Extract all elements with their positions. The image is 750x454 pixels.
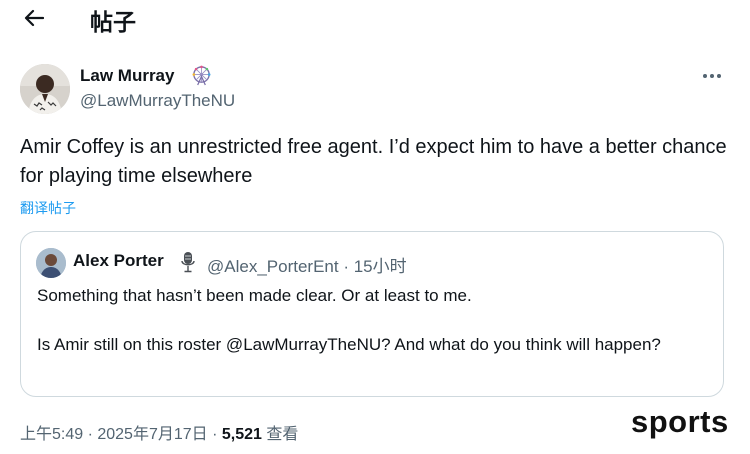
more-dots-icon [703,74,721,78]
view-count: 5,521 [221,426,262,443]
author-name[interactable]: Law Murray [80,66,174,86]
tweet-text: Amir Coffey is an unrestricted free agen… [20,136,727,187]
tweet-meta: 上午5:49 · 2025年7月17日 · 5,521 查看 [20,420,298,444]
ferris-wheel-icon [192,65,211,86]
page-title: 帖子 [90,9,136,35]
tweet-detail-page: 帖子 Law Murray @LawMurrayTheNU Amir Coffe… [0,0,750,454]
quote-text-line-2: Is Amir still on this roster @LawMurrayT… [37,335,661,354]
quote-handle-time: @Alex_PorterEnt · 15小时 [207,257,407,276]
page-header: 帖子 [0,0,750,40]
quote-avatar-image [36,248,66,278]
microphone-icon [181,252,195,273]
sports-watermark: sports [631,404,729,439]
view-label: 查看 [261,426,299,443]
author-handle[interactable]: @LawMurrayTheNU [80,91,235,111]
more-options-button[interactable] [696,66,728,86]
back-button[interactable] [18,4,50,32]
quote-text-line-1: Something that hasn’t been made clear. O… [37,286,472,305]
author-avatar[interactable] [20,64,70,114]
translate-post-link[interactable]: 翻译帖子 [20,198,76,218]
quote-author-avatar[interactable] [36,248,66,278]
quote-author-name: Alex Porter [73,251,164,270]
arrow-left-icon [24,9,44,27]
tweet-timestamp[interactable]: 上午5:49 · 2025年7月17日 · [20,426,222,443]
quoted-tweet-card[interactable]: Alex Porter @Alex_PorterEnt · 15小时 Somet… [20,231,724,397]
avatar-image [20,64,70,114]
